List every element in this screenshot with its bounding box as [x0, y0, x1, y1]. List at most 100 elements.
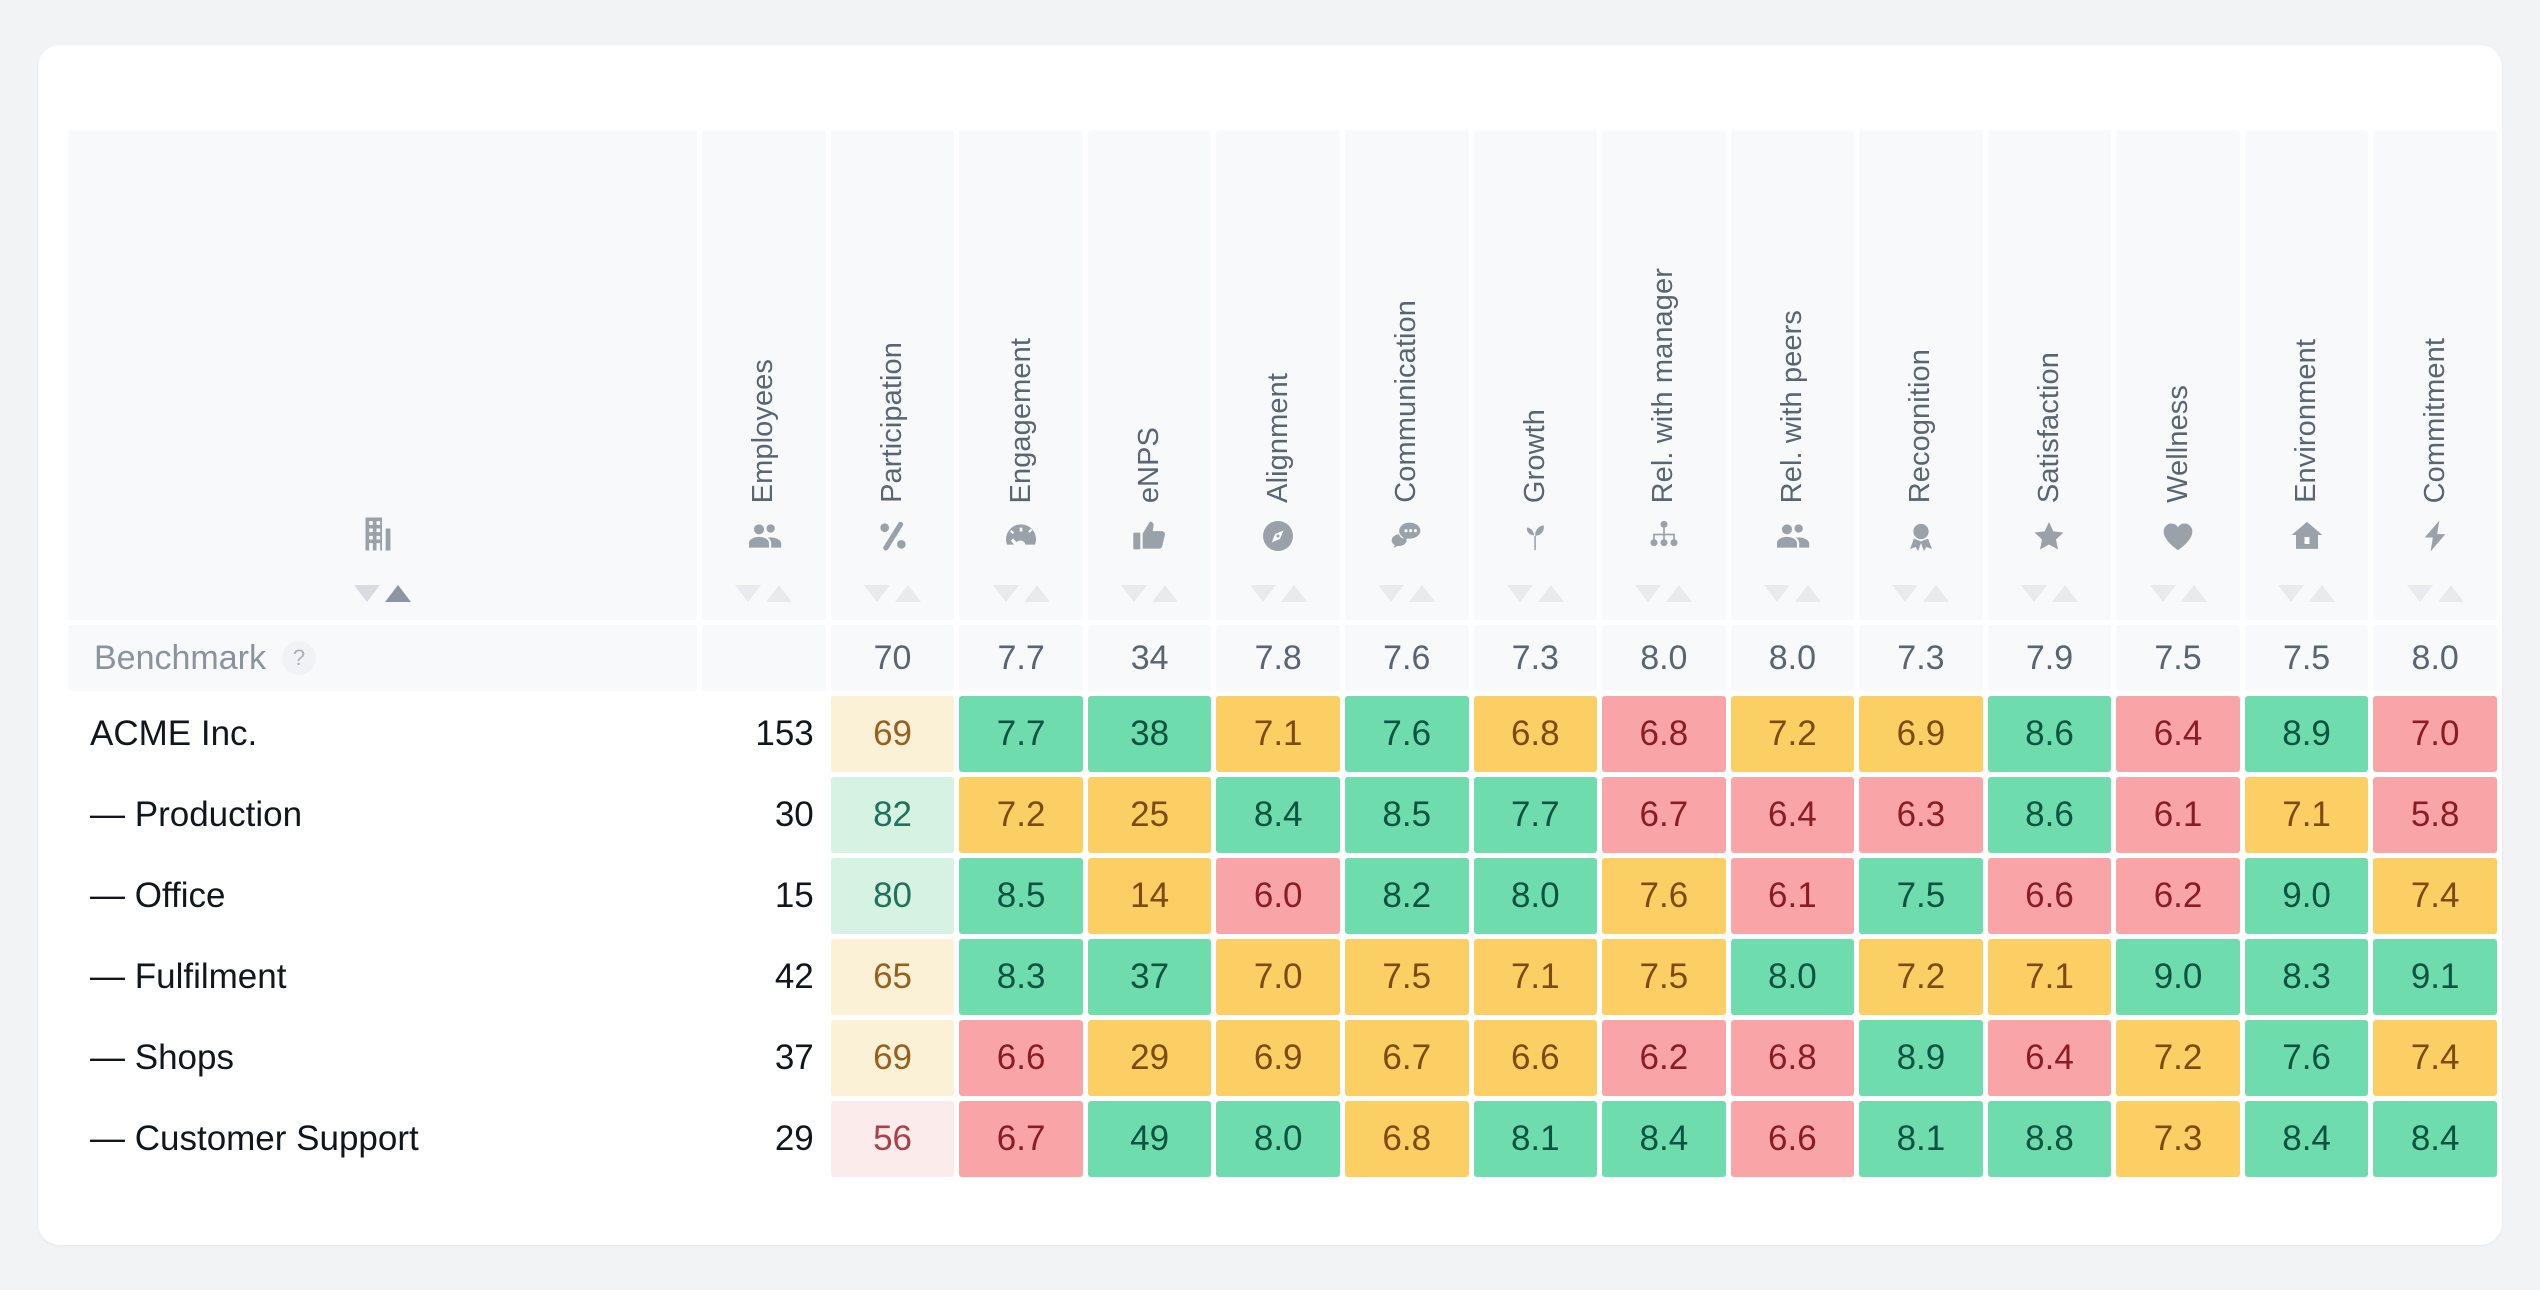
score-cell[interactable]: 8.1 — [1474, 1101, 1598, 1177]
score-cell[interactable]: 6.1 — [2116, 777, 2240, 853]
score-cell[interactable]: 5.8 — [2373, 777, 2497, 853]
sort-asc-icon[interactable] — [1409, 585, 1435, 602]
sort-desc-icon[interactable] — [2150, 585, 2176, 602]
table-row[interactable]: — Office15808.5146.08.28.07.66.17.56.66.… — [68, 858, 2497, 934]
sort-desc-icon[interactable] — [1764, 585, 1790, 602]
score-cell[interactable]: 7.4 — [2373, 1020, 2497, 1096]
score-cell[interactable]: 7.0 — [2373, 696, 2497, 772]
score-cell[interactable]: 6.9 — [1216, 1020, 1340, 1096]
table-row[interactable]: ACME Inc.153697.7387.17.66.86.87.26.98.6… — [68, 696, 2497, 772]
sort-asc-icon[interactable] — [1666, 585, 1692, 602]
score-cell[interactable]: 6.3 — [1859, 777, 1983, 853]
score-cell[interactable]: 7.4 — [2373, 858, 2497, 934]
score-cell[interactable]: 6.8 — [1474, 696, 1598, 772]
score-cell[interactable]: 8.4 — [2245, 1101, 2369, 1177]
score-cell[interactable]: 6.4 — [1988, 1020, 2112, 1096]
header-col-wellness[interactable]: Wellness — [2116, 130, 2240, 620]
score-cell[interactable]: 8.4 — [1216, 777, 1340, 853]
score-cell[interactable]: 6.4 — [1731, 777, 1855, 853]
sort-desc-icon[interactable] — [864, 585, 890, 602]
score-cell[interactable]: 6.9 — [1859, 696, 1983, 772]
score-cell[interactable]: 8.4 — [2373, 1101, 2497, 1177]
score-cell[interactable]: 7.5 — [1859, 858, 1983, 934]
score-cell[interactable]: 7.6 — [1345, 696, 1469, 772]
score-cell[interactable]: 7.6 — [2245, 1020, 2369, 1096]
score-cell[interactable]: 8.2 — [1345, 858, 1469, 934]
header-col-satisfaction[interactable]: Satisfaction — [1988, 130, 2112, 620]
score-cell[interactable]: 6.7 — [959, 1101, 1083, 1177]
score-cell[interactable]: 7.2 — [959, 777, 1083, 853]
sort-asc-icon[interactable] — [2309, 585, 2335, 602]
score-cell[interactable]: 7.7 — [1474, 777, 1598, 853]
score-cell[interactable]: 8.3 — [959, 939, 1083, 1015]
score-cell[interactable]: 8.3 — [2245, 939, 2369, 1015]
sort-control-wellness[interactable] — [2150, 582, 2207, 604]
score-cell[interactable]: 8.6 — [1988, 696, 2112, 772]
score-cell[interactable]: 29 — [1088, 1020, 1212, 1096]
score-cell[interactable]: 8.6 — [1988, 777, 2112, 853]
score-cell[interactable]: 6.6 — [1474, 1020, 1598, 1096]
score-cell[interactable]: 7.2 — [2116, 1020, 2240, 1096]
sort-desc-icon[interactable] — [1507, 585, 1533, 602]
row-label[interactable]: — Office — [68, 858, 697, 934]
sort-control-growth[interactable] — [1507, 582, 1564, 604]
participation-cell[interactable]: 69 — [831, 1020, 955, 1096]
sort-asc-icon[interactable] — [1024, 585, 1050, 602]
sort-desc-icon[interactable] — [735, 585, 761, 602]
score-cell[interactable]: 6.8 — [1345, 1101, 1469, 1177]
score-cell[interactable]: 6.2 — [2116, 858, 2240, 934]
score-cell[interactable]: 6.0 — [1216, 858, 1340, 934]
score-cell[interactable]: 7.1 — [2245, 777, 2369, 853]
sort-asc-icon[interactable] — [766, 585, 792, 602]
header-col-engagement[interactable]: Engagement — [959, 130, 1083, 620]
row-label[interactable]: — Fulfilment — [68, 939, 697, 1015]
sort-asc-icon[interactable] — [1795, 585, 1821, 602]
sort-control-environment[interactable] — [2278, 582, 2335, 604]
score-cell[interactable]: 6.6 — [1731, 1101, 1855, 1177]
score-cell[interactable]: 7.6 — [1602, 858, 1726, 934]
score-cell[interactable]: 8.0 — [1731, 939, 1855, 1015]
header-col-communication[interactable]: Communication — [1345, 130, 1469, 620]
score-cell[interactable]: 8.9 — [2245, 696, 2369, 772]
row-label[interactable]: — Customer Support — [68, 1101, 697, 1177]
row-label[interactable]: — Shops — [68, 1020, 697, 1096]
sort-control-commitment[interactable] — [2407, 582, 2464, 604]
sort-control-enps[interactable] — [1121, 582, 1178, 604]
score-cell[interactable]: 7.2 — [1731, 696, 1855, 772]
sort-desc-icon[interactable] — [1121, 585, 1147, 602]
header-col-recognition[interactable]: Recognition — [1859, 130, 1983, 620]
score-cell[interactable]: 7.2 — [1859, 939, 1983, 1015]
sort-desc-icon[interactable] — [354, 585, 380, 602]
sort-desc-icon[interactable] — [1250, 585, 1276, 602]
score-cell[interactable]: 38 — [1088, 696, 1212, 772]
score-cell[interactable]: 7.5 — [1345, 939, 1469, 1015]
sort-asc-icon[interactable] — [1281, 585, 1307, 602]
score-cell[interactable]: 8.8 — [1988, 1101, 2112, 1177]
sort-control-rel-with-peers[interactable] — [1764, 582, 1821, 604]
sort-control-recognition[interactable] — [1892, 582, 1949, 604]
header-col-growth[interactable]: Growth — [1474, 130, 1598, 620]
score-cell[interactable]: 6.8 — [1602, 696, 1726, 772]
participation-cell[interactable]: 56 — [831, 1101, 955, 1177]
score-cell[interactable]: 6.1 — [1731, 858, 1855, 934]
sort-desc-icon[interactable] — [2021, 585, 2047, 602]
sort-desc-icon[interactable] — [2407, 585, 2433, 602]
table-row[interactable]: — Customer Support29566.7498.06.88.18.46… — [68, 1101, 2497, 1177]
sort-asc-icon[interactable] — [1538, 585, 1564, 602]
score-cell[interactable]: 7.5 — [1602, 939, 1726, 1015]
score-cell[interactable]: 9.0 — [2245, 858, 2369, 934]
sort-control-organisation[interactable] — [354, 582, 411, 604]
sort-control-employees[interactable] — [735, 582, 792, 604]
score-cell[interactable]: 8.9 — [1859, 1020, 1983, 1096]
sort-control-participation[interactable] — [864, 582, 921, 604]
sort-control-satisfaction[interactable] — [2021, 582, 2078, 604]
header-col-participation[interactable]: Participation — [831, 130, 955, 620]
sort-control-alignment[interactable] — [1250, 582, 1307, 604]
header-col-rel-with-manager[interactable]: Rel. with manager — [1602, 130, 1726, 620]
sort-control-rel-with-manager[interactable] — [1635, 582, 1692, 604]
header-col-environment[interactable]: Environment — [2245, 130, 2369, 620]
sort-control-engagement[interactable] — [993, 582, 1050, 604]
score-cell[interactable]: 7.1 — [1988, 939, 2112, 1015]
sort-asc-icon[interactable] — [2438, 585, 2464, 602]
sort-desc-icon[interactable] — [1892, 585, 1918, 602]
